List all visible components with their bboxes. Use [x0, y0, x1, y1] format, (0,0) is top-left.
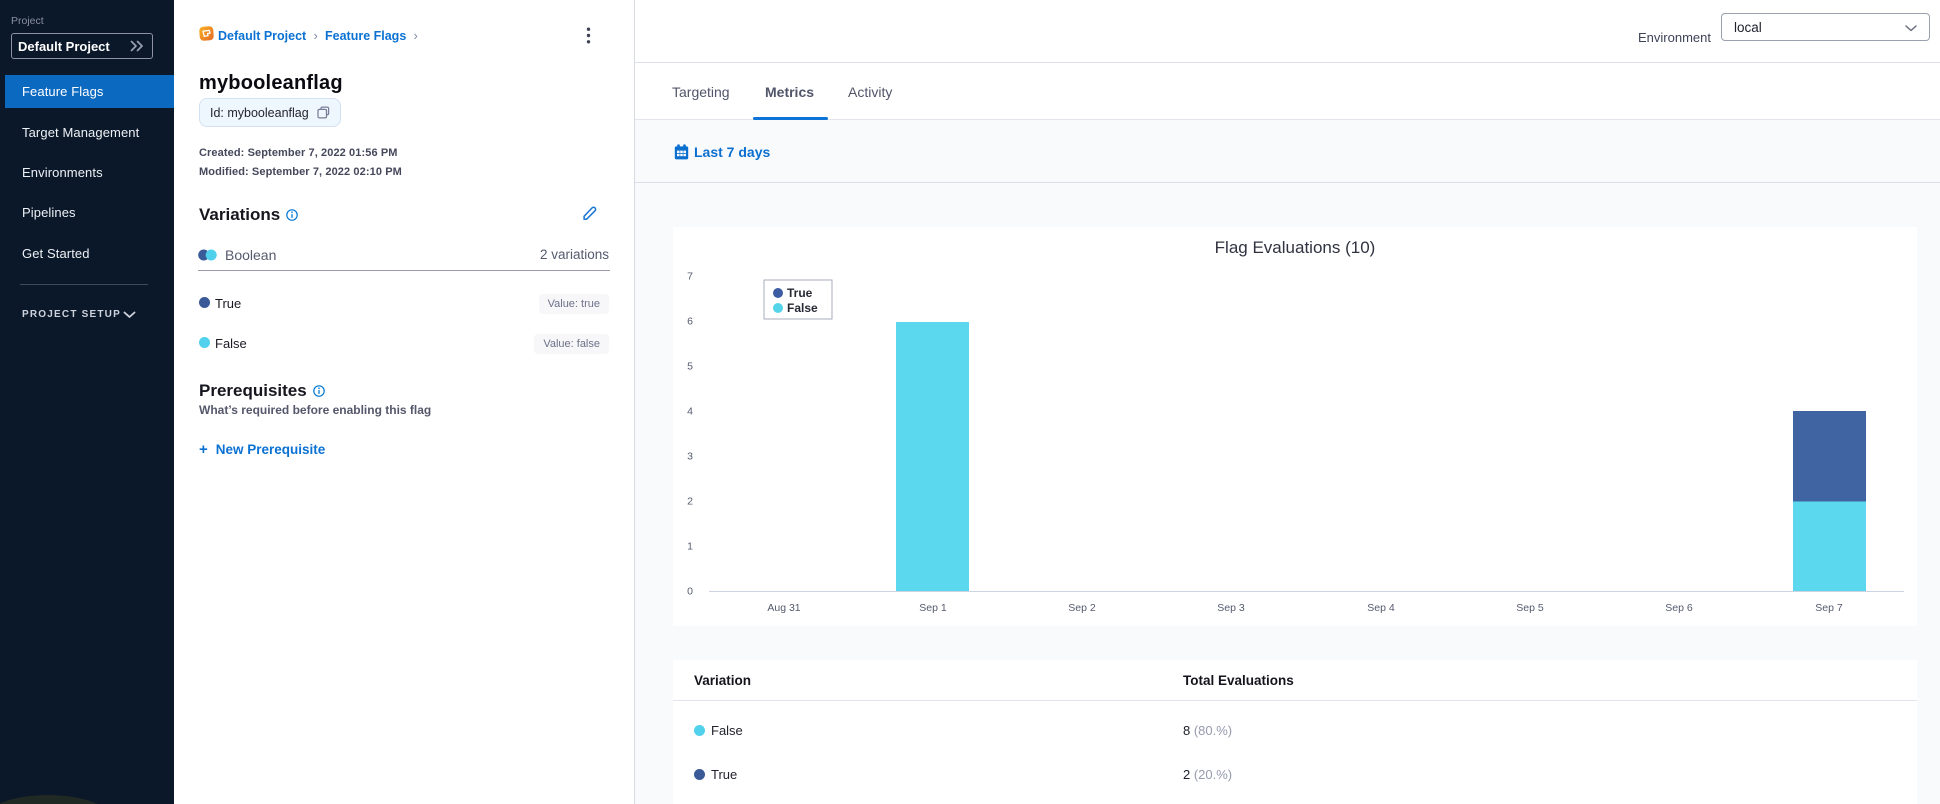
svg-text:True: True [787, 286, 813, 300]
svg-text:5: 5 [687, 361, 693, 373]
svg-text:Aug 31: Aug 31 [767, 602, 800, 614]
svg-text:3: 3 [687, 451, 693, 463]
svg-text:Sep 5: Sep 5 [1516, 602, 1544, 614]
svg-text:Sep 4: Sep 4 [1367, 602, 1395, 614]
svg-text:Sep 1: Sep 1 [919, 602, 947, 614]
svg-text:Sep 6: Sep 6 [1665, 602, 1693, 614]
svg-text:2: 2 [687, 496, 693, 508]
svg-text:6: 6 [687, 316, 693, 328]
svg-text:4: 4 [687, 406, 693, 418]
svg-text:1: 1 [687, 541, 693, 553]
svg-text:7: 7 [687, 271, 693, 283]
svg-text:Sep 7: Sep 7 [1815, 602, 1843, 614]
svg-text:0: 0 [687, 586, 693, 598]
svg-text:Flag Evaluations (10): Flag Evaluations (10) [1215, 238, 1376, 257]
svg-text:Sep 2: Sep 2 [1068, 602, 1096, 614]
svg-text:False: False [787, 301, 818, 315]
svg-text:Sep 3: Sep 3 [1217, 602, 1245, 614]
